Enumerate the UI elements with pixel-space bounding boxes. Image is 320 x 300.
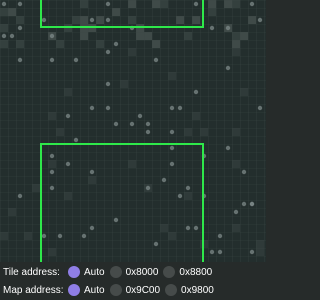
- tile-dot: [249, 1, 255, 7]
- tile-dot: [209, 249, 215, 255]
- tile-dot: [105, 17, 111, 23]
- radio-selected-icon[interactable]: [68, 266, 80, 278]
- tile-dot: [257, 105, 263, 111]
- tile-dot: [49, 153, 55, 159]
- tile-map-viewer: [0, 0, 266, 262]
- tile-dot: [209, 25, 215, 31]
- tile-dot: [241, 169, 247, 175]
- option-label: Auto: [84, 284, 105, 296]
- map-address-row: Map address: Auto 0x9C00 0x9800: [0, 281, 219, 299]
- map-address-label: Map address:: [3, 284, 64, 296]
- tile-dot: [249, 249, 255, 255]
- tile-dot: [193, 225, 199, 231]
- radio-unselected-icon[interactable]: [109, 284, 122, 296]
- tile-address-option-0x8800[interactable]: 0x8800: [163, 266, 212, 278]
- map-address-option-0x9c00[interactable]: 0x9C00: [109, 284, 161, 296]
- tile-dot: [113, 41, 119, 47]
- tile-dot: [169, 145, 175, 151]
- tile-dot: [169, 161, 175, 167]
- radio-unselected-icon[interactable]: [163, 266, 176, 278]
- tile-dot: [41, 17, 47, 23]
- tile-dot: [193, 89, 199, 95]
- tile-dot: [105, 1, 111, 7]
- tile-dot: [17, 1, 23, 7]
- tile-dot: [89, 225, 95, 231]
- radio-selected-icon[interactable]: [68, 284, 80, 296]
- tile-dot: [1, 1, 7, 7]
- tile-dot: [241, 201, 247, 207]
- tile-dot: [177, 105, 183, 111]
- radio-unselected-icon[interactable]: [165, 284, 178, 296]
- radio-unselected-icon[interactable]: [109, 266, 122, 278]
- tile-dot: [169, 105, 175, 111]
- tile-dot: [193, 1, 199, 7]
- tile-dot: [145, 121, 151, 127]
- tile-dot: [73, 57, 79, 63]
- tile-address-label: Tile address:: [3, 266, 60, 278]
- tile-dot: [73, 137, 79, 143]
- tile-grid: [0, 0, 266, 262]
- tile-dot: [17, 25, 23, 31]
- tile-address-row: Tile address: Auto 0x8000 0x8800: [0, 263, 217, 281]
- tile-dot: [225, 65, 231, 71]
- tile-dot: [105, 81, 111, 87]
- tile-dot: [65, 113, 71, 119]
- option-label: 0x8000: [125, 266, 159, 278]
- tile-address-option-0x8000[interactable]: 0x8000: [109, 266, 159, 278]
- tile-dot: [81, 233, 87, 239]
- tile-dot: [89, 169, 95, 175]
- tile-dot: [233, 209, 239, 215]
- tile-dot: [217, 249, 223, 255]
- tile-dot: [185, 185, 191, 191]
- option-label: 0x9C00: [125, 284, 161, 296]
- option-label: Auto: [84, 266, 105, 278]
- tile-dot: [177, 193, 183, 199]
- tile-dot: [153, 241, 159, 247]
- tile-dot: [105, 105, 111, 111]
- option-label: 0x9800: [181, 284, 214, 296]
- tile-dot: [161, 177, 167, 183]
- tile-dot: [225, 145, 231, 151]
- tile-address-option-auto[interactable]: Auto: [68, 266, 105, 278]
- tile-dot: [89, 105, 95, 111]
- tile-dot: [129, 121, 135, 127]
- tile-dot: [185, 225, 191, 231]
- tile-dot: [153, 57, 159, 63]
- map-address-option-auto[interactable]: Auto: [68, 284, 105, 296]
- tile-dot: [49, 57, 55, 63]
- tile-dot: [145, 129, 151, 135]
- address-controls: Tile address: Auto 0x8000 0x8800 Map add…: [0, 262, 266, 300]
- tile-dot: [217, 233, 223, 239]
- tile-dot: [9, 33, 15, 39]
- tile-dot: [137, 113, 143, 119]
- tile-dot: [17, 57, 23, 63]
- background-map-canvas: [0, 0, 266, 262]
- tile-dot: [17, 193, 23, 199]
- tile-dot: [105, 49, 111, 55]
- tile-dot: [145, 185, 151, 191]
- tile-dot: [225, 25, 231, 31]
- tile-dot: [65, 161, 71, 167]
- tile-dot: [89, 17, 95, 23]
- tile-dot: [49, 33, 55, 39]
- tile-dot: [57, 233, 63, 239]
- tile-dot: [257, 17, 263, 23]
- tile-dot: [1, 33, 7, 39]
- option-label: 0x8800: [179, 266, 213, 278]
- tile-dot: [41, 233, 47, 239]
- tile-dot: [249, 201, 255, 207]
- tile-dot: [49, 185, 55, 191]
- tile-dot: [49, 169, 55, 175]
- tile-dot: [113, 217, 119, 223]
- tile-dot: [113, 121, 119, 127]
- map-address-option-0x9800[interactable]: 0x9800: [165, 284, 214, 296]
- tile-dot: [169, 129, 175, 135]
